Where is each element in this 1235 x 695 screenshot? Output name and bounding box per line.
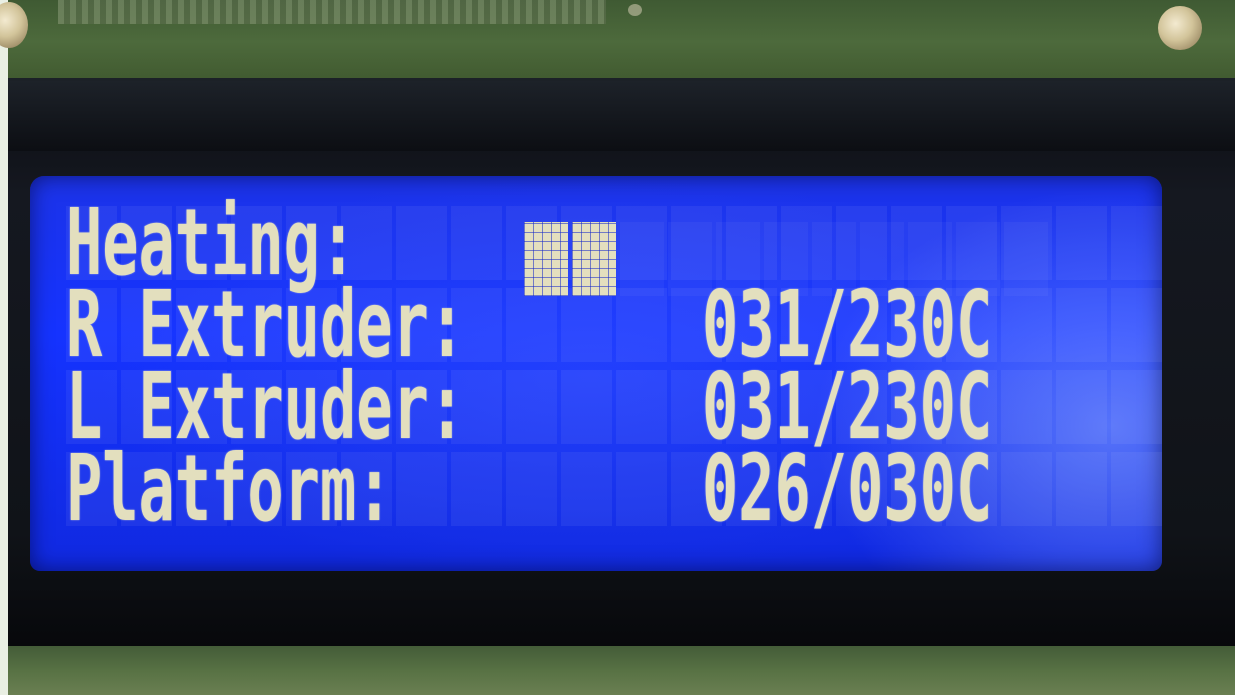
lcd-cell — [506, 452, 557, 526]
progress-block-filled — [572, 222, 616, 296]
pin-header — [58, 0, 606, 24]
lcd-cell — [1056, 206, 1107, 280]
lcd-photo: Heating: R Extruder: 031/230C L Extruder… — [0, 0, 1235, 695]
lcd-cell — [616, 452, 667, 526]
lcd-cell — [396, 206, 447, 280]
lcd-cell — [506, 288, 557, 362]
lcd-cell — [616, 288, 667, 362]
lcd-cell — [1111, 288, 1162, 362]
lcd-cell — [1056, 452, 1107, 526]
progress-block-filled — [524, 222, 568, 296]
lcd-cell — [451, 206, 502, 280]
progress-block-empty — [620, 222, 664, 296]
progress-block-empty — [1004, 222, 1048, 296]
platform-temp: 026/030C — [702, 435, 993, 542]
lcd-cell — [1001, 288, 1052, 362]
lcd-cell — [506, 370, 557, 444]
lcd-cell — [396, 452, 447, 526]
mounting-pad — [628, 4, 642, 16]
right-extruder-label: R Extruder: — [66, 271, 466, 378]
lcd-cell — [451, 452, 502, 526]
platform-label: Platform: — [66, 435, 393, 542]
lcd-cell — [1056, 288, 1107, 362]
board-edge — [0, 0, 8, 695]
left-extruder-label: L Extruder: — [66, 353, 466, 460]
lcd-cell — [1001, 370, 1052, 444]
bezel-shade — [8, 81, 1235, 151]
lcd-screen: Heating: R Extruder: 031/230C L Extruder… — [30, 176, 1162, 571]
left-extruder-temp: 031/230C — [702, 353, 993, 460]
right-extruder-temp: 031/230C — [702, 271, 993, 378]
lcd-cell — [1056, 370, 1107, 444]
lcd-cell — [1111, 206, 1162, 280]
lcd-cell — [561, 370, 612, 444]
screw-icon — [1158, 6, 1202, 50]
lcd-cell — [616, 370, 667, 444]
lcd-cell — [561, 452, 612, 526]
lcd-cell — [1111, 370, 1162, 444]
lcd-cell — [1111, 452, 1162, 526]
heating-label: Heating: — [66, 189, 357, 296]
lcd-cell — [1001, 452, 1052, 526]
lcd-cell — [561, 288, 612, 362]
